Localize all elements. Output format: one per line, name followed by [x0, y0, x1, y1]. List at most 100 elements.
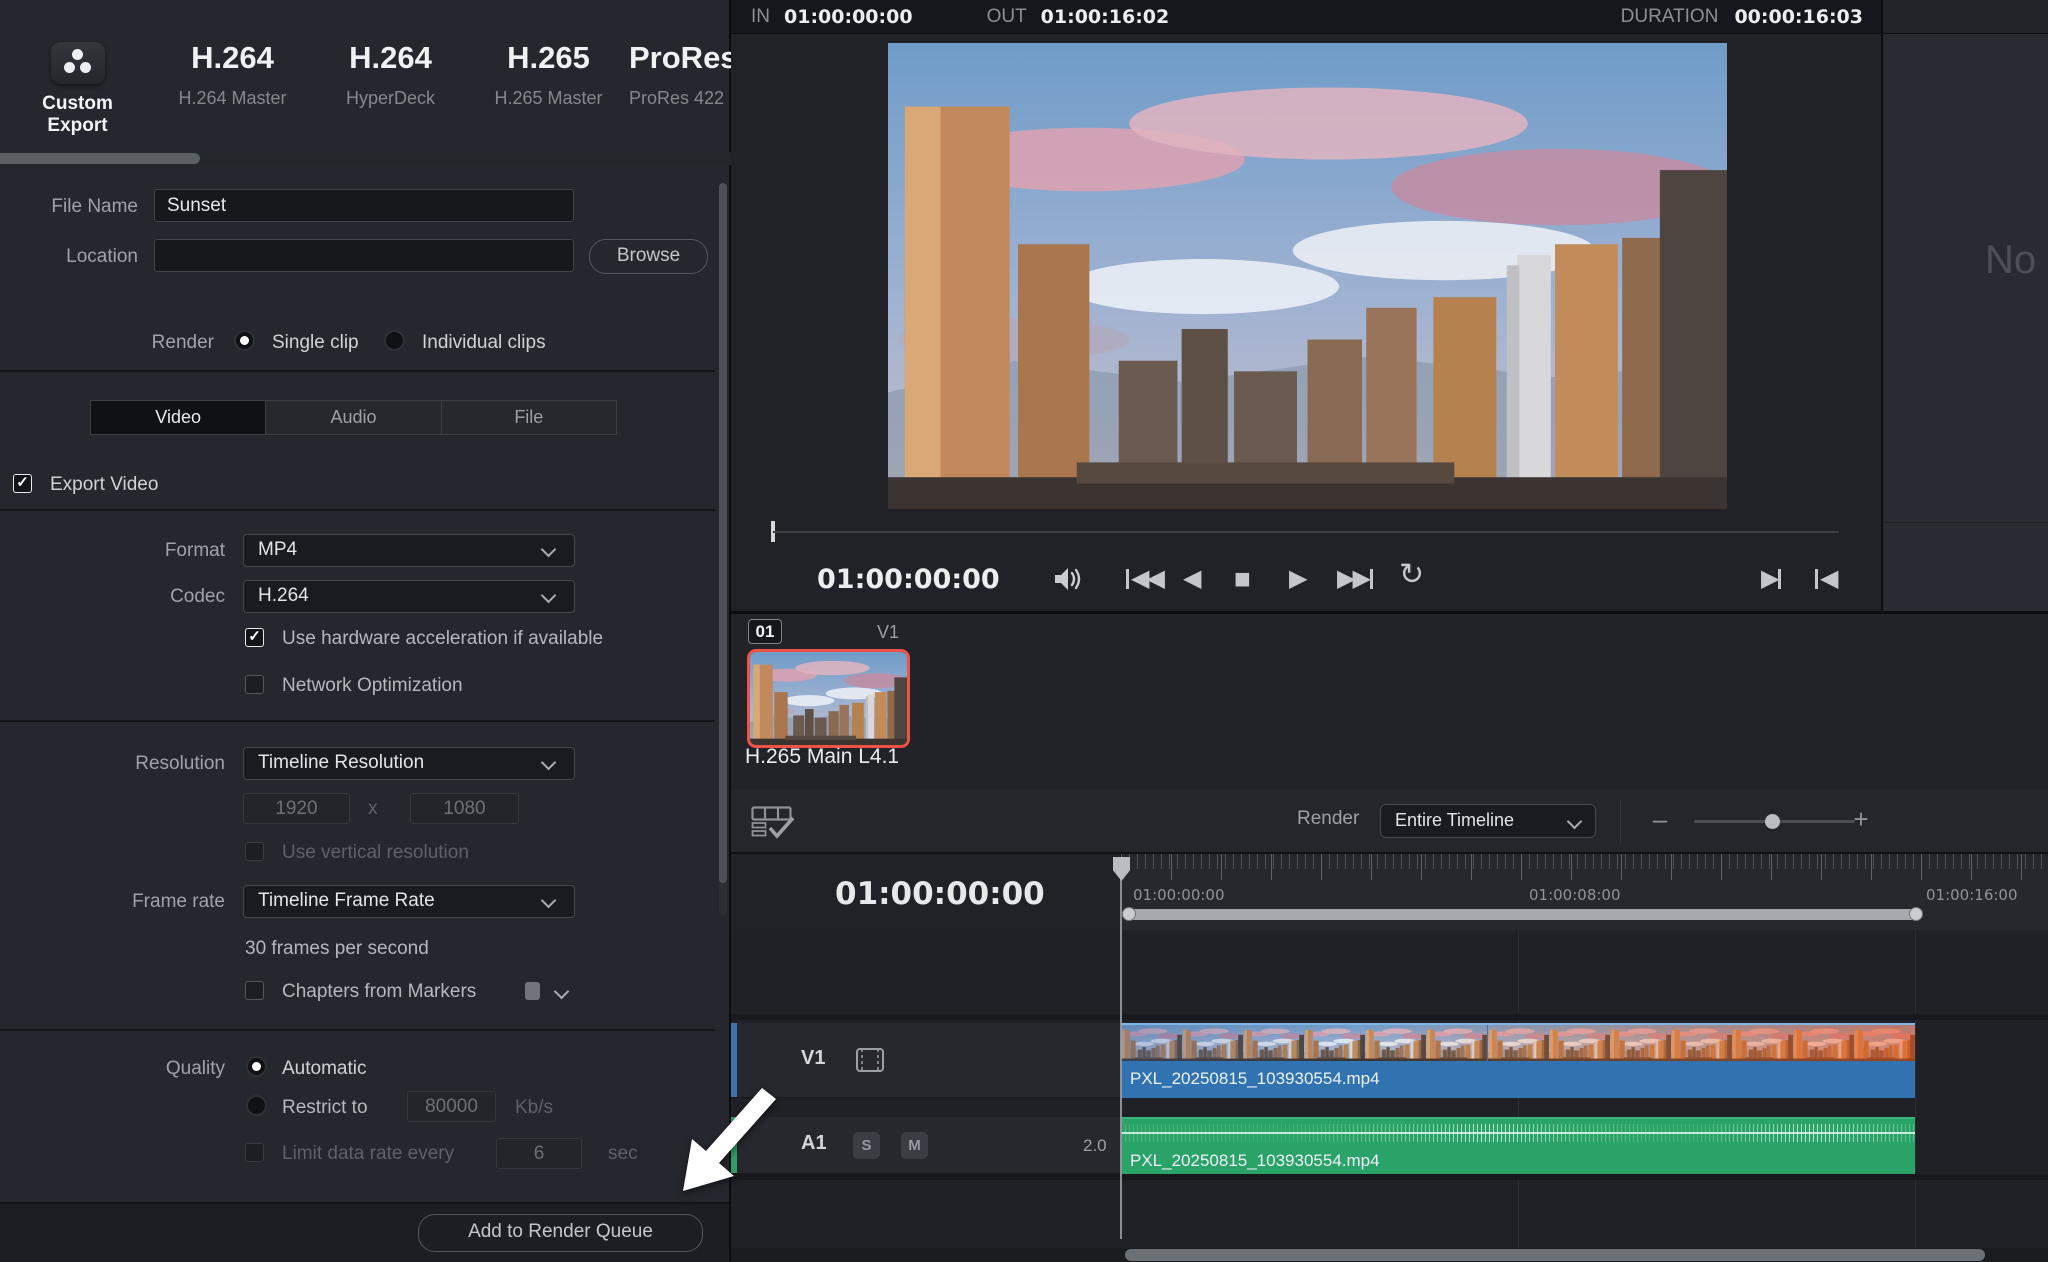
limit-value-input[interactable]: 6: [496, 1138, 582, 1169]
export-video-label: Export Video: [50, 474, 158, 496]
res-x-label: x: [368, 798, 378, 820]
video-clip[interactable]: PXL_20250815_103930554.mp4: [1121, 1023, 1915, 1098]
zoom-in-button[interactable]: +: [1847, 804, 1875, 835]
ruler-tick-label: 01:00:08:00: [1529, 886, 1621, 904]
preset-custom-export[interactable]: Custom Export: [10, 0, 145, 150]
solo-button[interactable]: S: [853, 1132, 880, 1159]
range-handle-right[interactable]: [1909, 907, 1923, 921]
range-handle-left[interactable]: [1122, 907, 1136, 921]
render-range-select[interactable]: Entire Timeline: [1380, 804, 1596, 838]
speaker-icon[interactable]: [1051, 563, 1083, 595]
in-label: IN: [751, 6, 770, 28]
v1-track-header[interactable]: V1: [731, 1023, 1121, 1098]
track-separator: [731, 1014, 2048, 1020]
timeline-ruler[interactable]: 01:00:00:00 01:00:08:00 01:00:16:00: [1121, 854, 2048, 930]
frame-rate-label: Frame rate: [0, 891, 225, 913]
network-opt-checkbox[interactable]: [245, 675, 264, 694]
resolution-label: Resolution: [0, 753, 225, 775]
selected-clip-thumbnail[interactable]: [747, 649, 910, 748]
clip-track-label: V1: [877, 622, 899, 643]
timeline-timecode-block: 01:00:00:00: [731, 854, 1121, 930]
res-height-input[interactable]: 1080: [410, 793, 519, 824]
filmstrip-sunset-tint: [1121, 1025, 1915, 1061]
add-to-render-queue-button[interactable]: Add to Render Queue: [418, 1214, 703, 1252]
go-to-first-frame-icon[interactable]: ◀◀: [1124, 562, 1162, 596]
audio-waveform-centerline: [1121, 1132, 1915, 1134]
go-to-last-frame-icon[interactable]: ▶▶: [1337, 562, 1375, 596]
quality-restrict-radio[interactable]: [246, 1095, 267, 1116]
limit-data-rate-checkbox[interactable]: [245, 1143, 264, 1162]
browse-button[interactable]: Browse: [589, 239, 708, 274]
quality-automatic-radio[interactable]: [246, 1056, 267, 1077]
viewer-top-bar: IN 01:00:00:00 OUT 01:00:16:02 DURATION …: [731, 0, 1881, 34]
chapters-checkbox[interactable]: [245, 981, 264, 1000]
tab-audio[interactable]: Audio: [266, 401, 441, 434]
viewer-timecode: 01:00:00:00: [817, 564, 1000, 595]
audio-channel-label: 2.0: [1083, 1136, 1107, 1156]
format-select[interactable]: MP4: [243, 534, 575, 567]
tab-file[interactable]: File: [442, 401, 616, 434]
limit-data-rate-label: Limit data rate every: [282, 1143, 454, 1165]
timeline-range-scrollbar[interactable]: [1125, 909, 1920, 920]
play-from-in-icon[interactable]: ◀: [1813, 562, 1835, 596]
frame-rate-select[interactable]: Timeline Frame Rate: [243, 885, 575, 918]
mute-button[interactable]: M: [901, 1132, 928, 1159]
zoom-slider-knob[interactable]: [1765, 814, 1780, 829]
video-preview[interactable]: [888, 43, 1727, 509]
clip-number-badge: 01: [748, 619, 782, 644]
res-width-input[interactable]: 1920: [243, 793, 350, 824]
preset-subtitle: ProRes 422: [629, 88, 731, 109]
stop-icon[interactable]: ■: [1234, 562, 1248, 596]
codec-select[interactable]: H.264: [243, 580, 575, 613]
chapters-label: Chapters from Markers: [282, 981, 476, 1003]
preset-strip-scrollbar[interactable]: [0, 152, 731, 165]
divider: [0, 370, 715, 372]
network-opt-label: Network Optimization: [282, 675, 463, 697]
ruler-tick-label: 01:00:16:00: [1926, 886, 2018, 904]
individual-clips-label: Individual clips: [422, 332, 546, 354]
v1-accent: [731, 1023, 737, 1097]
a1-track-name: A1: [801, 1132, 827, 1155]
preset-title: H.265: [471, 40, 626, 76]
preset-hyperdeck[interactable]: H.264 HyperDeck: [313, 0, 468, 150]
preset-subtitle: H.264 Master: [155, 88, 310, 109]
file-name-input[interactable]: Sunset: [154, 189, 574, 222]
play-reverse-icon[interactable]: ◀: [1183, 562, 1198, 596]
location-input[interactable]: [154, 239, 574, 272]
restrict-unit-label: Kb/s: [515, 1097, 553, 1119]
export-video-checkbox[interactable]: ✓: [13, 474, 32, 493]
tab-video[interactable]: Video: [91, 401, 266, 434]
hw-accel-checkbox[interactable]: ✓: [245, 628, 264, 647]
individual-clips-radio[interactable]: [384, 330, 405, 351]
vertical-res-checkbox[interactable]: [245, 842, 264, 861]
quality-automatic-label: Automatic: [282, 1058, 366, 1080]
single-clip-radio[interactable]: [234, 330, 255, 351]
audio-clip[interactable]: PXL_20250815_103930554.mp4: [1121, 1117, 1915, 1174]
film-frame-icon[interactable]: [855, 1047, 885, 1073]
render-label: Render: [0, 332, 214, 354]
preset-h265-master[interactable]: H.265 H.265 Master: [471, 0, 626, 150]
marker-color-icon[interactable]: [525, 982, 540, 1000]
timeline-timecode: 01:00:00:00: [835, 876, 1045, 912]
file-name-label: File Name: [0, 196, 138, 218]
play-to-out-icon[interactable]: ▶: [1761, 562, 1783, 596]
zoom-out-button[interactable]: –: [1646, 804, 1674, 835]
preset-h264-master[interactable]: H.264 H.264 Master: [155, 0, 310, 150]
export-tabs: Video Audio File: [90, 400, 617, 435]
preset-title: H.264: [155, 40, 310, 76]
resolution-select[interactable]: Timeline Resolution: [243, 747, 575, 780]
divider: [0, 509, 715, 511]
chevron-down-icon[interactable]: [554, 984, 570, 1000]
divider: [1883, 522, 2048, 523]
preset-prores[interactable]: ProRes ProRes 422: [629, 0, 731, 150]
play-icon[interactable]: ▶: [1289, 562, 1304, 596]
render-queue-empty-message: No: [1985, 238, 2036, 283]
settings-scrollbar[interactable]: [719, 183, 727, 915]
scrub-bar[interactable]: [773, 531, 1839, 533]
render-all-icon[interactable]: [751, 806, 797, 840]
timeline-horizontal-scrollbar[interactable]: [731, 1248, 2048, 1262]
render-range-label: Render: [1297, 808, 1359, 830]
restrict-value-input[interactable]: 80000: [407, 1091, 496, 1122]
a1-track-header[interactable]: A1 S M 2.0: [731, 1117, 1121, 1174]
loop-icon[interactable]: ↻: [1399, 558, 1424, 592]
